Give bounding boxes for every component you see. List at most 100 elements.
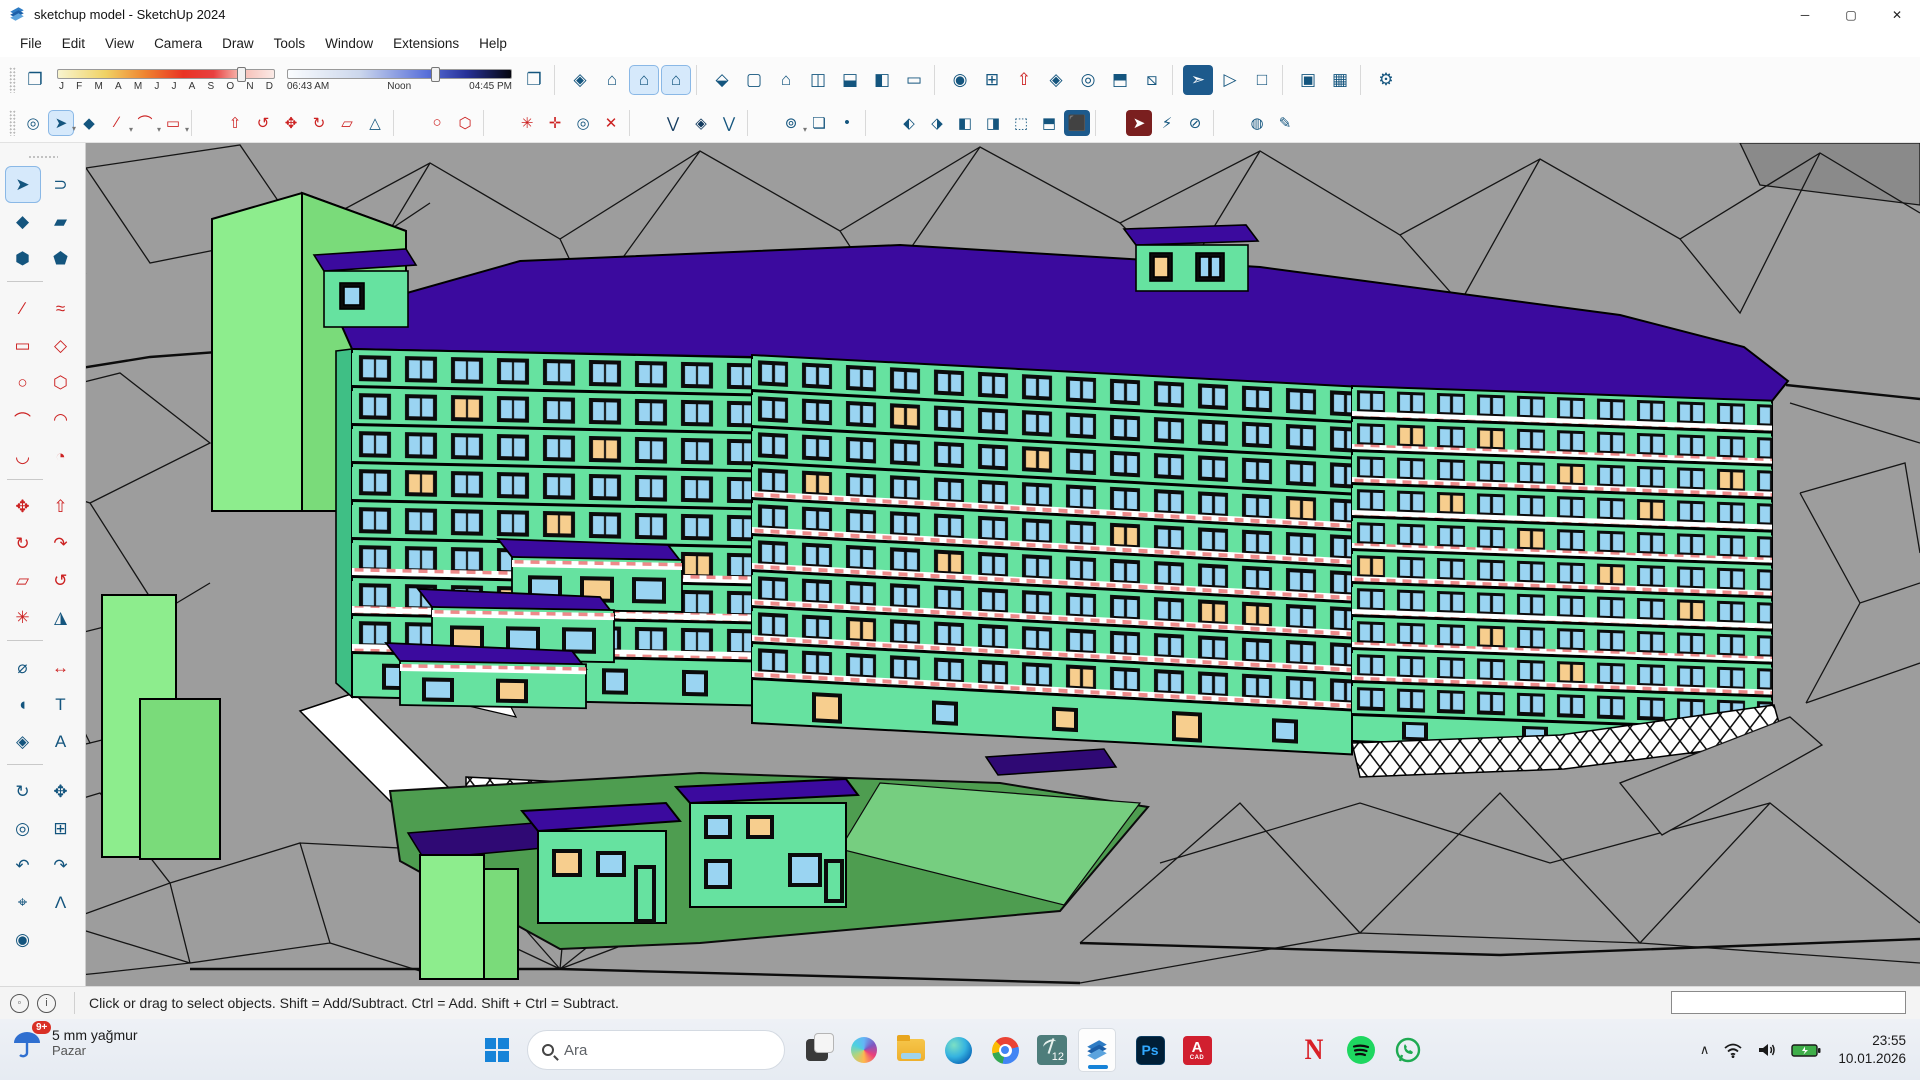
- play-animation-icon[interactable]: ▷: [1215, 65, 1245, 95]
- menu-item[interactable]: Draw: [212, 32, 264, 55]
- solid-shell-icon[interactable]: ⬒: [1036, 110, 1062, 136]
- new-page-icon[interactable]: ❏: [806, 110, 832, 136]
- minimize-button[interactable]: ─: [1782, 0, 1828, 29]
- edge-button[interactable]: [939, 1031, 977, 1069]
- shadows-on-ground-icon[interactable]: ⌂: [661, 65, 691, 95]
- section-plane-tool[interactable]: ◈: [5, 723, 41, 760]
- layers-band-icon[interactable]: ⋁: [716, 110, 742, 136]
- scale-tool[interactable]: ▱: [5, 562, 41, 599]
- toolbar-grip[interactable]: [9, 67, 16, 93]
- battery-icon[interactable]: [1791, 1042, 1821, 1058]
- polygon-tool[interactable]: ⬡: [43, 364, 79, 401]
- solid-trim-icon[interactable]: ◨: [980, 110, 1006, 136]
- paint-bucket-tool[interactable]: ◆: [5, 203, 41, 240]
- rotate-tool[interactable]: ↻: [5, 525, 41, 562]
- circle-icon[interactable]: ○: [424, 110, 450, 136]
- push-pull-icon[interactable]: ⇧: [222, 110, 248, 136]
- orbit-tool[interactable]: ↻: [5, 773, 41, 810]
- shadows-icon[interactable]: ❐: [20, 65, 50, 95]
- palette-grip[interactable]: [28, 155, 58, 160]
- search-box[interactable]: Ara: [527, 1030, 785, 1070]
- chrome-button[interactable]: [986, 1031, 1024, 1069]
- axes-tool[interactable]: ✳: [5, 599, 41, 636]
- date-slider-track[interactable]: [57, 69, 275, 79]
- polygon-icon[interactable]: ⬡: [452, 110, 478, 136]
- previous-view-tool[interactable]: ↶: [5, 847, 41, 884]
- solid-split-icon[interactable]: ⬚: [1008, 110, 1034, 136]
- disable-tool-icon[interactable]: ⊘: [1182, 110, 1208, 136]
- solid-union-icon[interactable]: ⬖: [896, 110, 922, 136]
- follow-me-tool[interactable]: ↷: [43, 525, 79, 562]
- measurements-input[interactable]: [1671, 991, 1906, 1014]
- building-center-block[interactable]: [752, 355, 1352, 754]
- add-person-icon[interactable]: ⊚: [778, 110, 804, 136]
- quick-tool-icon[interactable]: ⚡: [1154, 110, 1180, 136]
- rectangle-tool[interactable]: ▭: [5, 327, 41, 364]
- protractor-tool[interactable]: ◖: [5, 686, 41, 723]
- export-animation-icon[interactable]: ▦: [1325, 65, 1355, 95]
- menu-item[interactable]: Tools: [264, 32, 316, 55]
- small-house-left[interactable]: [522, 803, 680, 923]
- rooftop-box-center[interactable]: [1124, 225, 1258, 291]
- layers-box-icon[interactable]: ◈: [688, 110, 714, 136]
- solid-active-icon[interactable]: ⬛: [1064, 110, 1090, 136]
- time-slider-track[interactable]: [287, 69, 512, 79]
- axes-icon[interactable]: ✳: [514, 110, 540, 136]
- shadow-date-slider[interactable]: JFMAMJJASOND: [57, 69, 275, 92]
- components-tool[interactable]: ⬢: [5, 240, 41, 277]
- position-camera-tool[interactable]: ⌖: [5, 884, 41, 921]
- pan-tool[interactable]: ✥: [43, 773, 79, 810]
- paint-bucket-icon[interactable]: ◆: [76, 110, 102, 136]
- menu-item[interactable]: Extensions: [383, 32, 469, 55]
- time-slider-handle[interactable]: [431, 67, 440, 82]
- line-tool[interactable]: ∕: [5, 290, 41, 327]
- building-right-wing[interactable]: [1352, 386, 1772, 756]
- record-scene-icon[interactable]: ▣: [1293, 65, 1323, 95]
- arc-icon[interactable]: ⌒: [132, 110, 158, 136]
- select-special-icon[interactable]: ➤: [1126, 110, 1152, 136]
- view-top-icon[interactable]: ▢: [739, 65, 769, 95]
- tape-measure-tool[interactable]: ⌀: [5, 649, 41, 686]
- model-scene[interactable]: [0, 143, 1920, 986]
- freehand-tool[interactable]: ≈: [43, 290, 79, 327]
- sandbox-flip-edge-icon[interactable]: ⧅: [1137, 65, 1167, 95]
- photoshop-button[interactable]: Ps: [1131, 1031, 1169, 1069]
- tray-expand-icon[interactable]: ∧: [1700, 1042, 1710, 1058]
- settings-gear-icon[interactable]: ⚙: [1371, 65, 1401, 95]
- sketchup-button[interactable]: [1078, 1028, 1116, 1072]
- flip-tool[interactable]: ◮: [43, 599, 79, 636]
- netflix-button[interactable]: N: [1295, 1031, 1333, 1069]
- view-back-icon[interactable]: ⬓: [835, 65, 865, 95]
- arc-tool[interactable]: ⌒: [5, 401, 41, 438]
- shadows-dialog-icon[interactable]: ❐: [519, 65, 549, 95]
- utc-section-icon[interactable]: ◈: [565, 65, 595, 95]
- task-view-button[interactable]: [798, 1031, 836, 1069]
- erase-guides-icon[interactable]: ✕: [598, 110, 624, 136]
- menu-item[interactable]: File: [10, 32, 52, 55]
- cone-icon[interactable]: △: [362, 110, 388, 136]
- add-point-icon[interactable]: •: [834, 110, 860, 136]
- rooftop-box-left[interactable]: [314, 249, 416, 327]
- line-icon[interactable]: ∕: [104, 110, 130, 136]
- viewport-canvas[interactable]: [0, 143, 1920, 986]
- close-button[interactable]: ✕: [1874, 0, 1920, 29]
- rotate-icon[interactable]: ↻: [306, 110, 332, 136]
- sandbox-drape-icon[interactable]: ◎: [1073, 65, 1103, 95]
- geolocate-icon[interactable]: ◦: [10, 994, 29, 1013]
- start-button[interactable]: [478, 1031, 516, 1069]
- info-icon[interactable]: i: [37, 994, 56, 1013]
- move-tool[interactable]: ✥: [5, 488, 41, 525]
- menu-item[interactable]: Edit: [52, 32, 95, 55]
- position-camera-icon[interactable]: ➣: [1183, 65, 1213, 95]
- select-icon[interactable]: ➤: [48, 110, 74, 136]
- sandbox-stamp-icon[interactable]: ◈: [1041, 65, 1071, 95]
- sandbox-add-detail-icon[interactable]: ⬒: [1105, 65, 1135, 95]
- shadows-on-faces-icon[interactable]: ⌂: [629, 65, 659, 95]
- menu-item[interactable]: View: [95, 32, 144, 55]
- view-iso-icon[interactable]: ⬙: [707, 65, 737, 95]
- volume-icon[interactable]: [1757, 1042, 1777, 1058]
- menu-item[interactable]: Help: [469, 32, 517, 55]
- lumion-button[interactable]: 12: [1033, 1031, 1071, 1069]
- offset-icon[interactable]: ↺: [250, 110, 276, 136]
- menu-item[interactable]: Window: [315, 32, 383, 55]
